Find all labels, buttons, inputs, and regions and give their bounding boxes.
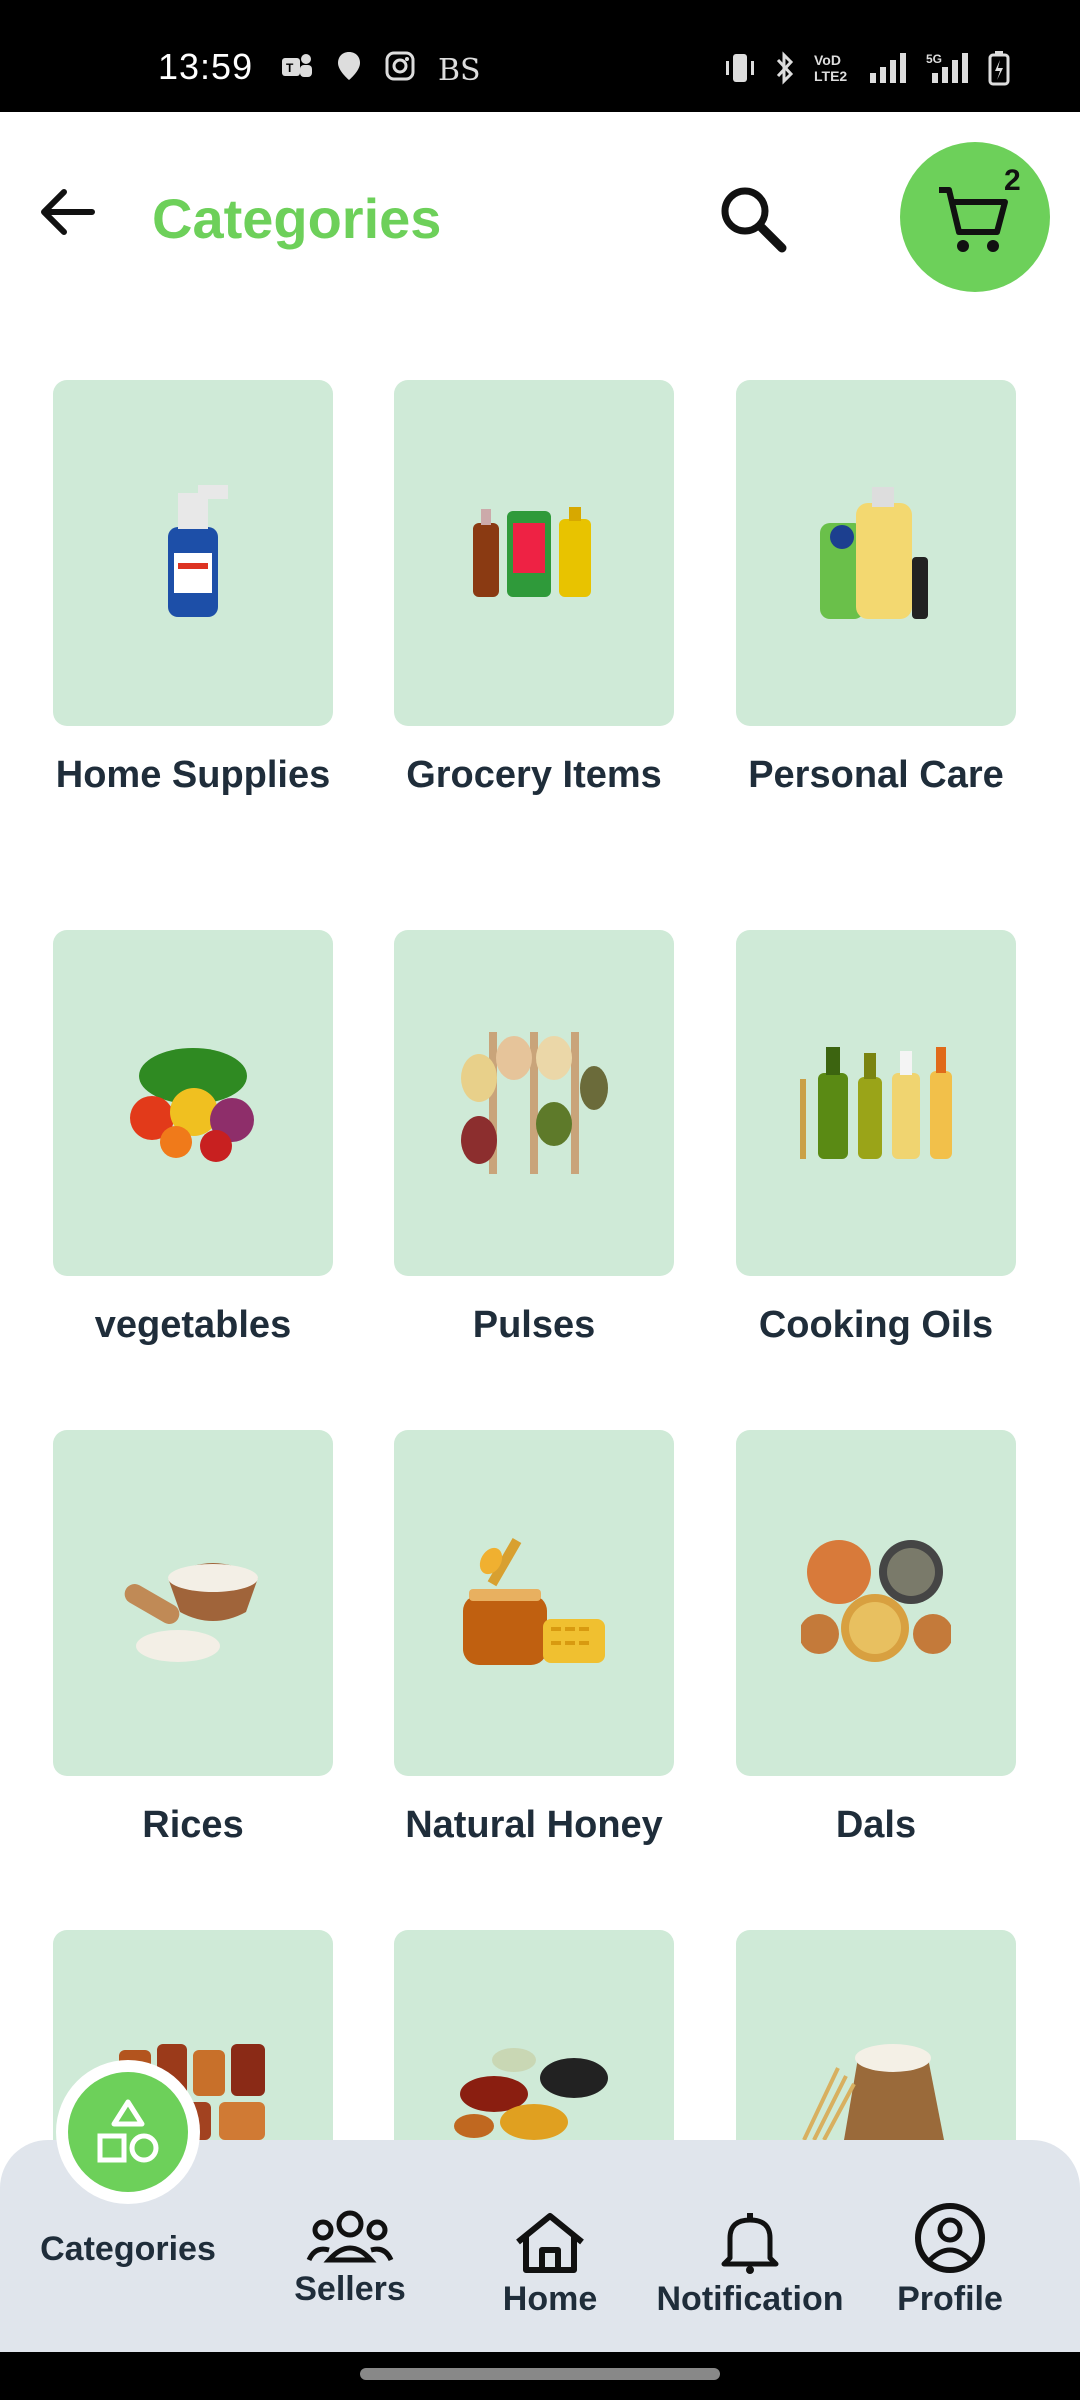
lotion-bottles-icon <box>820 487 928 619</box>
flour-sack-icon <box>802 2044 944 2140</box>
instagram-icon <box>384 50 416 91</box>
spray-bottle-icon <box>168 485 228 617</box>
category-image <box>736 380 1016 726</box>
page-title: Categories <box>152 187 442 250</box>
home-indicator[interactable] <box>360 2368 720 2380</box>
arrow-left-icon <box>41 189 95 235</box>
category-label: vegetables <box>94 1304 292 1346</box>
rice-bowl-icon <box>124 1563 258 1662</box>
signal-icon <box>868 51 908 94</box>
nav-home[interactable]: Home <box>470 2210 630 2319</box>
category-card-dals[interactable]: Dals <box>736 1430 1016 1850</box>
group-icon <box>306 2210 394 2263</box>
nav-categories[interactable]: Categories <box>40 2230 216 2269</box>
category-image <box>394 380 674 726</box>
category-label: Rices <box>142 1804 244 1846</box>
svg-text:T: T <box>286 61 294 75</box>
bell-icon <box>721 2213 779 2274</box>
category-card-personal-care[interactable]: Personal Care <box>736 380 1016 800</box>
status-time: 13:59 <box>158 46 254 87</box>
back-button[interactable] <box>36 180 100 244</box>
category-card-cooking-oils[interactable]: Cooking Oils <box>736 930 1016 1350</box>
search-button[interactable] <box>716 182 788 254</box>
category-label: Grocery Items <box>406 754 662 796</box>
status-right-icons: VoD LTE2 5G <box>724 50 1010 95</box>
status-bar: 13:59 T BS VoD LTE2 5G <box>0 0 1080 112</box>
volte-icon: VoD LTE2 <box>814 51 850 94</box>
vibrate-icon <box>724 51 756 94</box>
svg-text:VoD: VoD <box>814 52 841 68</box>
category-label: Personal Care <box>748 754 1004 796</box>
categories-fab[interactable] <box>56 2060 200 2204</box>
category-label: Pulses <box>472 1304 596 1346</box>
location-icon <box>336 50 362 91</box>
bluetooth-icon <box>774 51 796 94</box>
account-circle-icon <box>915 2203 985 2273</box>
app-header: Categories 2 <box>0 112 1080 322</box>
category-shapes-icon <box>97 2099 159 2163</box>
oil-bottles-icon <box>800 1047 952 1159</box>
category-label: Natural Honey <box>405 1804 663 1846</box>
category-image <box>53 380 333 726</box>
teams-icon: T <box>280 50 314 91</box>
category-image <box>736 930 1016 1276</box>
category-card-natural-honey[interactable]: Natural Honey <box>394 1430 674 1850</box>
nav-profile-label: Profile <box>897 2280 1003 2318</box>
pulses-spoons-icon <box>461 1032 608 1174</box>
grocery-packs-icon <box>473 507 591 597</box>
svg-text:LTE2: LTE2 <box>814 68 847 84</box>
battery-icon <box>988 50 1010 95</box>
categories-fab-inner <box>68 2072 188 2192</box>
status-left-icons: T BS <box>280 50 481 91</box>
search-icon <box>721 187 787 253</box>
dals-bowls-icon <box>801 1540 951 1662</box>
category-label: Dals <box>835 1804 917 1846</box>
cart-button[interactable]: 2 <box>900 142 1050 292</box>
category-card-home-supplies[interactable]: Home Supplies <box>53 380 333 800</box>
category-image <box>736 1430 1016 1776</box>
honey-jar-icon <box>463 1537 605 1665</box>
nav-home-label: Home <box>502 2280 598 2318</box>
svg-text:5G: 5G <box>926 52 942 66</box>
nav-categories-label: Categories <box>40 2230 216 2268</box>
category-card-vegetables[interactable]: vegetables <box>53 930 333 1350</box>
5g-signal-icon: 5G <box>926 51 970 94</box>
category-image <box>53 930 333 1276</box>
category-label: Cooking Oils <box>758 1304 994 1346</box>
bs-icon: BS <box>438 52 481 88</box>
nav-notification-label: Notification <box>656 2280 844 2318</box>
vegetables-icon <box>130 1048 254 1162</box>
home-icon <box>516 2213 584 2273</box>
nav-notification[interactable]: Notification <box>650 2210 850 2319</box>
cart-count-badge: 2 <box>1004 164 1021 197</box>
category-card-grocery-items[interactable]: Grocery Items <box>394 380 674 800</box>
nav-sellers[interactable]: Sellers <box>270 2210 430 2309</box>
nav-sellers-label: Sellers <box>294 2270 406 2308</box>
nav-profile[interactable]: Profile <box>870 2202 1030 2319</box>
category-label: Home Supplies <box>55 754 331 796</box>
category-image <box>394 930 674 1276</box>
category-card-pulses[interactable]: Pulses <box>394 930 674 1350</box>
category-image <box>394 1430 674 1776</box>
category-card-rices[interactable]: Rices <box>53 1430 333 1850</box>
spices-icon <box>454 2048 608 2140</box>
cart-icon <box>939 187 1008 252</box>
category-image <box>53 1430 333 1776</box>
